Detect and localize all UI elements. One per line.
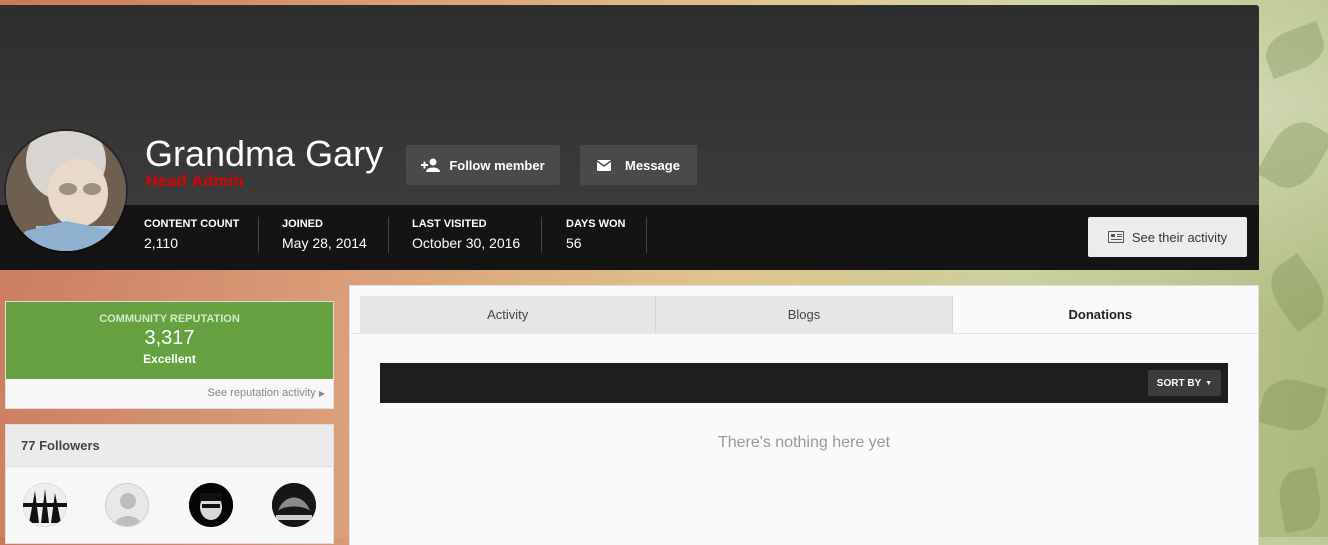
profile-content-panel: Activity Blogs Donations Sort By ▼ There…	[349, 285, 1259, 545]
stat-value: 56	[566, 235, 582, 251]
stat-joined: Joined May 28, 2014	[282, 218, 367, 251]
profile-avatar[interactable]	[6, 131, 126, 251]
reputation-badge: Community Reputation 3,317 Excellent	[6, 302, 333, 379]
background-leaf	[1275, 466, 1325, 534]
stat-divider	[646, 217, 647, 253]
tab-activity[interactable]: Activity	[360, 296, 657, 333]
message-button[interactable]: Message	[580, 145, 697, 185]
background-leaf	[1260, 252, 1328, 333]
stat-value: October 30, 2016	[412, 235, 521, 251]
see-their-activity-button[interactable]: See their activity	[1088, 217, 1247, 257]
followers-widget: 77 Followers	[5, 424, 334, 544]
newspaper-icon	[1107, 231, 1124, 243]
background-leaf	[1255, 112, 1328, 198]
profile-role: Head Admin	[146, 173, 244, 190]
see-reputation-activity-link[interactable]: See reputation activity ▶	[208, 387, 325, 399]
see-their-activity-label: See their activity	[1131, 229, 1228, 245]
envelope-icon	[597, 159, 612, 171]
background-leaf	[1256, 373, 1328, 437]
tab-divider	[350, 333, 1258, 334]
tab-blogs[interactable]: Blogs	[656, 296, 953, 333]
stat-last-visited: Last Visited October 30, 2016	[412, 218, 520, 251]
stat-label: Joined	[282, 218, 323, 230]
stat-divider	[258, 217, 259, 253]
caret-down-icon: ▼	[1205, 379, 1213, 387]
reputation-value: 3,317	[144, 327, 195, 349]
follower-avatar[interactable]	[105, 483, 149, 527]
background-leaf	[1259, 20, 1328, 80]
stat-label: Days Won	[566, 218, 626, 230]
reputation-title: Community Reputation	[99, 313, 240, 325]
stat-divider	[541, 217, 542, 253]
follow-member-label: Follow member	[449, 157, 545, 173]
stat-value: 2,110	[144, 235, 178, 251]
content-toolbar: Sort By ▼	[380, 363, 1228, 403]
reputation-link-label: See reputation activity	[207, 387, 316, 399]
followers-title: 77 Followers	[6, 425, 333, 467]
sort-by-label: Sort By	[1156, 377, 1202, 389]
reputation-level: Excellent	[143, 352, 196, 366]
stat-value: May 28, 2014	[282, 235, 367, 251]
reputation-widget: Community Reputation 3,317 Excellent See…	[5, 301, 334, 409]
empty-state-message: There's nothing here yet	[717, 434, 891, 451]
stat-days-won: Days Won 56	[566, 218, 626, 251]
stat-content-count: Content Count 2,110	[144, 218, 239, 251]
avatar-image	[6, 131, 126, 251]
profile-name: Grandma Gary	[145, 133, 384, 174]
sort-by-button[interactable]: Sort By ▼	[1148, 370, 1221, 396]
follower-avatar[interactable]	[272, 483, 316, 527]
stat-label: Last Visited	[412, 218, 487, 230]
user-plus-icon	[421, 158, 441, 172]
follower-avatar[interactable]	[23, 483, 67, 527]
stat-label: Content Count	[144, 218, 240, 230]
follower-avatar[interactable]	[189, 483, 233, 527]
stat-divider	[388, 217, 389, 253]
follow-member-button[interactable]: Follow member	[406, 145, 560, 185]
caret-right-icon: ▶	[318, 389, 325, 398]
message-label: Message	[625, 157, 680, 173]
profile-tabs: Activity Blogs Donations	[360, 296, 1248, 333]
tab-donations[interactable]: Donations	[952, 296, 1248, 333]
default-user-icon	[114, 493, 142, 526]
